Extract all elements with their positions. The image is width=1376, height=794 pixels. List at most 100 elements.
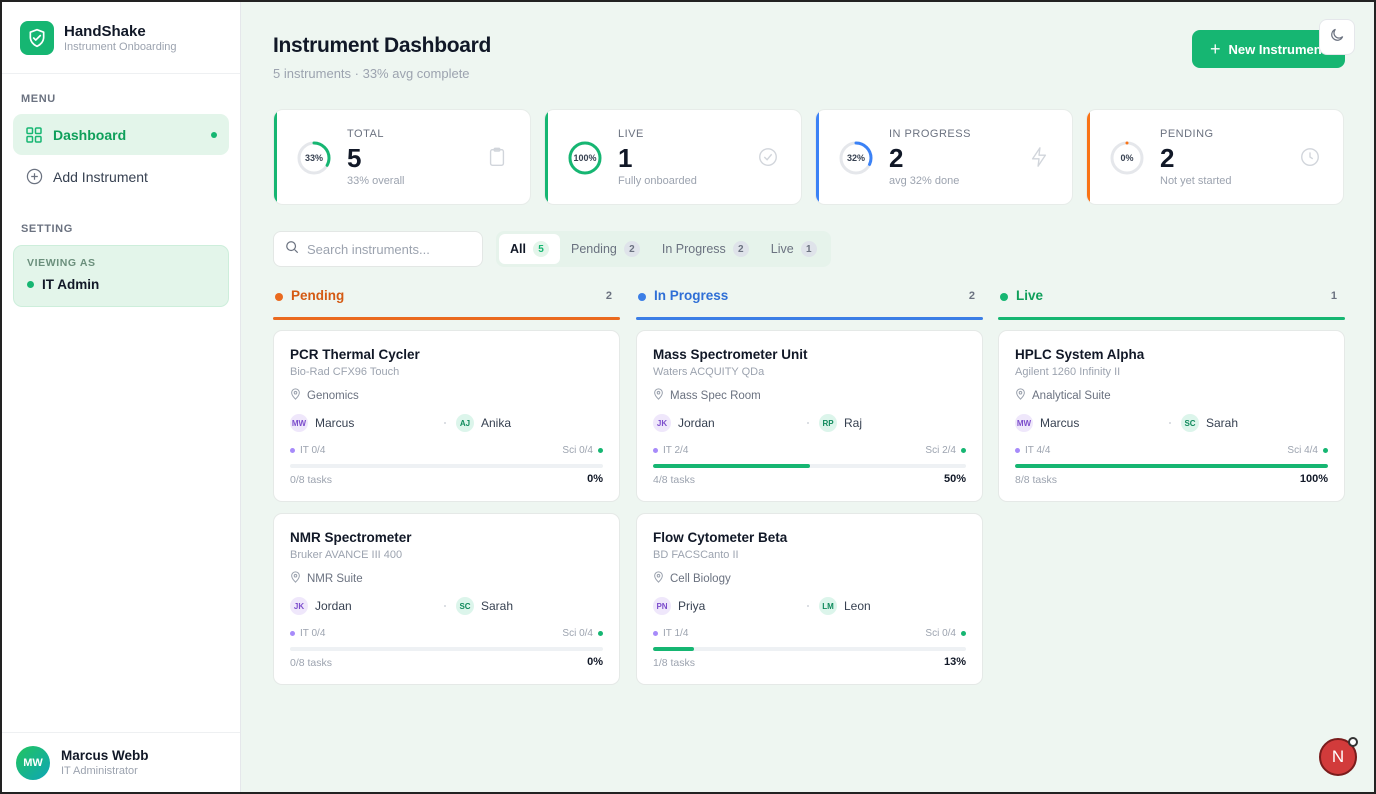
stat-card-total: 33% TOTAL 5 33% overall	[273, 109, 531, 205]
tab-in-progress[interactable]: In Progress 2	[651, 234, 760, 264]
sci-progress: Sci 2/4	[925, 445, 966, 456]
avatar: LM	[819, 597, 837, 615]
it-dot	[1015, 448, 1020, 453]
avatar: SC	[456, 597, 474, 615]
sci-dot	[961, 448, 966, 453]
brand-title: HandShake	[64, 22, 146, 40]
setting-section-label: SETTING	[21, 223, 73, 235]
progress-ring-text: 33%	[304, 153, 323, 163]
progress-fill	[653, 647, 694, 651]
it-dot	[653, 448, 658, 453]
search-input[interactable]	[307, 241, 467, 257]
it-progress: IT 1/4	[653, 628, 688, 639]
progress-ring-text: 32%	[846, 153, 865, 163]
it-dot	[290, 448, 295, 453]
avatar: SC	[1181, 414, 1199, 432]
column-status-dot	[275, 293, 283, 301]
column-count: 1	[1330, 290, 1337, 302]
progress-ring-text: 100%	[573, 153, 597, 163]
page-subtitle: 5 instruments · 33% avg complete	[273, 66, 470, 81]
check-circle-icon	[757, 146, 781, 170]
percent-complete: 100%	[1299, 473, 1328, 485]
it-progress-text: IT 4/4	[1025, 445, 1051, 456]
tab-live[interactable]: Live 1	[760, 234, 828, 264]
instrument-card[interactable]: Mass Spectrometer Unit Waters ACQUITY QDa…	[636, 330, 983, 502]
sci-dot	[961, 631, 966, 636]
assignee-separator	[444, 422, 446, 424]
percent-complete: 50%	[943, 473, 966, 485]
instrument-card[interactable]: NMR Spectrometer Bruker AVANCE III 400 NMR…	[273, 513, 620, 685]
plus-icon: +	[1210, 38, 1221, 59]
tab-count-badge: 5	[532, 241, 549, 257]
assignee-name: Marcus	[315, 416, 355, 430]
instrument-model: Bio-Rad CFX96 Touch	[290, 366, 400, 378]
sci-progress: Sci 0/4	[562, 445, 603, 456]
sidebar-item-add-instrument[interactable]: Add Instrument	[13, 156, 229, 197]
fab-letter: N	[1331, 747, 1345, 766]
column-header-live: Live 1	[998, 288, 1345, 320]
active-indicator-dot	[211, 131, 217, 138]
page-title: Instrument Dashboard	[273, 34, 492, 57]
tab-all[interactable]: All 5	[499, 234, 560, 264]
stat-accent-bar	[274, 110, 277, 204]
tab-label: In Progress	[661, 242, 726, 256]
it-progress: IT 2/4	[653, 445, 688, 456]
progress-bar	[290, 464, 603, 468]
assignee-name: Priya	[678, 599, 706, 613]
avatar: MW	[16, 745, 50, 780]
tab-count-badge: 1	[800, 241, 817, 257]
viewing-role: IT Admin	[27, 277, 215, 292]
stat-note: Fully onboarded	[618, 175, 697, 187]
stat-accent-bar	[545, 110, 548, 204]
it-progress-text: IT 0/4	[300, 628, 326, 639]
location-text: Cell Biology	[670, 572, 731, 585]
stat-label: PENDING	[1160, 128, 1214, 140]
new-instrument-label: New Instrument	[1228, 41, 1327, 57]
it-progress: IT 0/4	[290, 445, 325, 456]
avatar: MW	[290, 414, 308, 432]
viewing-as-panel[interactable]: VIEWING AS IT Admin	[13, 245, 229, 307]
theme-toggle-button[interactable]	[1319, 19, 1355, 55]
avatar: JK	[653, 414, 671, 432]
stat-card-pending: 0% PENDING 2 Not yet started	[1086, 109, 1344, 205]
menu-section-label: MENU	[21, 93, 56, 105]
column-title: In Progress	[654, 288, 729, 303]
progress-fill	[653, 464, 810, 468]
it-dot	[653, 631, 658, 636]
brand[interactable]: HandShake Instrument Onboarding	[2, 2, 240, 74]
sidebar-item-dashboard[interactable]: Dashboard	[13, 114, 229, 155]
instrument-title: Mass Spectrometer Unit	[653, 347, 808, 362]
tasks-count: 0/8 tasks	[290, 657, 333, 669]
instrument-location: Analytical Suite	[1015, 388, 1111, 403]
avatar: RP	[819, 414, 837, 432]
tab-pending[interactable]: Pending 2	[560, 234, 651, 264]
stat-note: Not yet started	[1160, 175, 1232, 187]
sci-assignee: LM Leon	[819, 597, 871, 615]
stat-card-live: 100% LIVE 1 Fully onboarded	[544, 109, 802, 205]
instrument-card[interactable]: HPLC System Alpha Agilent 1260 Infinity I…	[998, 330, 1345, 502]
column-count: 2	[968, 290, 975, 302]
stat-value: 2	[1160, 143, 1175, 173]
assignee-separator	[807, 605, 809, 607]
column-underline	[636, 317, 983, 320]
tab-label: Live	[770, 242, 794, 256]
search-box[interactable]	[273, 231, 483, 267]
instrument-model: Bruker AVANCE III 400	[290, 549, 403, 561]
clock-icon	[1299, 146, 1323, 170]
sci-assignee: AJ Anika	[456, 414, 511, 432]
viewing-as-label: VIEWING AS	[27, 257, 96, 269]
instrument-title: HPLC System Alpha	[1015, 347, 1145, 362]
instrument-card[interactable]: Flow Cytometer Beta BD FACSCanto II Cell B…	[636, 513, 983, 685]
moon-icon	[1330, 27, 1345, 47]
notification-fab-button[interactable]: N	[1319, 737, 1358, 776]
avatar: JK	[290, 597, 308, 615]
user-profile[interactable]: MW Marcus Webb IT Administrator	[2, 732, 240, 792]
assignee-name: Marcus	[1040, 416, 1080, 430]
sci-progress-text: Sci 0/4	[562, 628, 593, 639]
instrument-card[interactable]: PCR Thermal Cycler Bio-Rad CFX96 Touch Gen…	[273, 330, 620, 502]
progress-bar	[653, 647, 966, 651]
assignee-separator	[1169, 422, 1171, 424]
sci-dot	[598, 631, 603, 636]
location-text: NMR Suite	[307, 572, 363, 585]
clipboard-icon	[486, 146, 510, 170]
